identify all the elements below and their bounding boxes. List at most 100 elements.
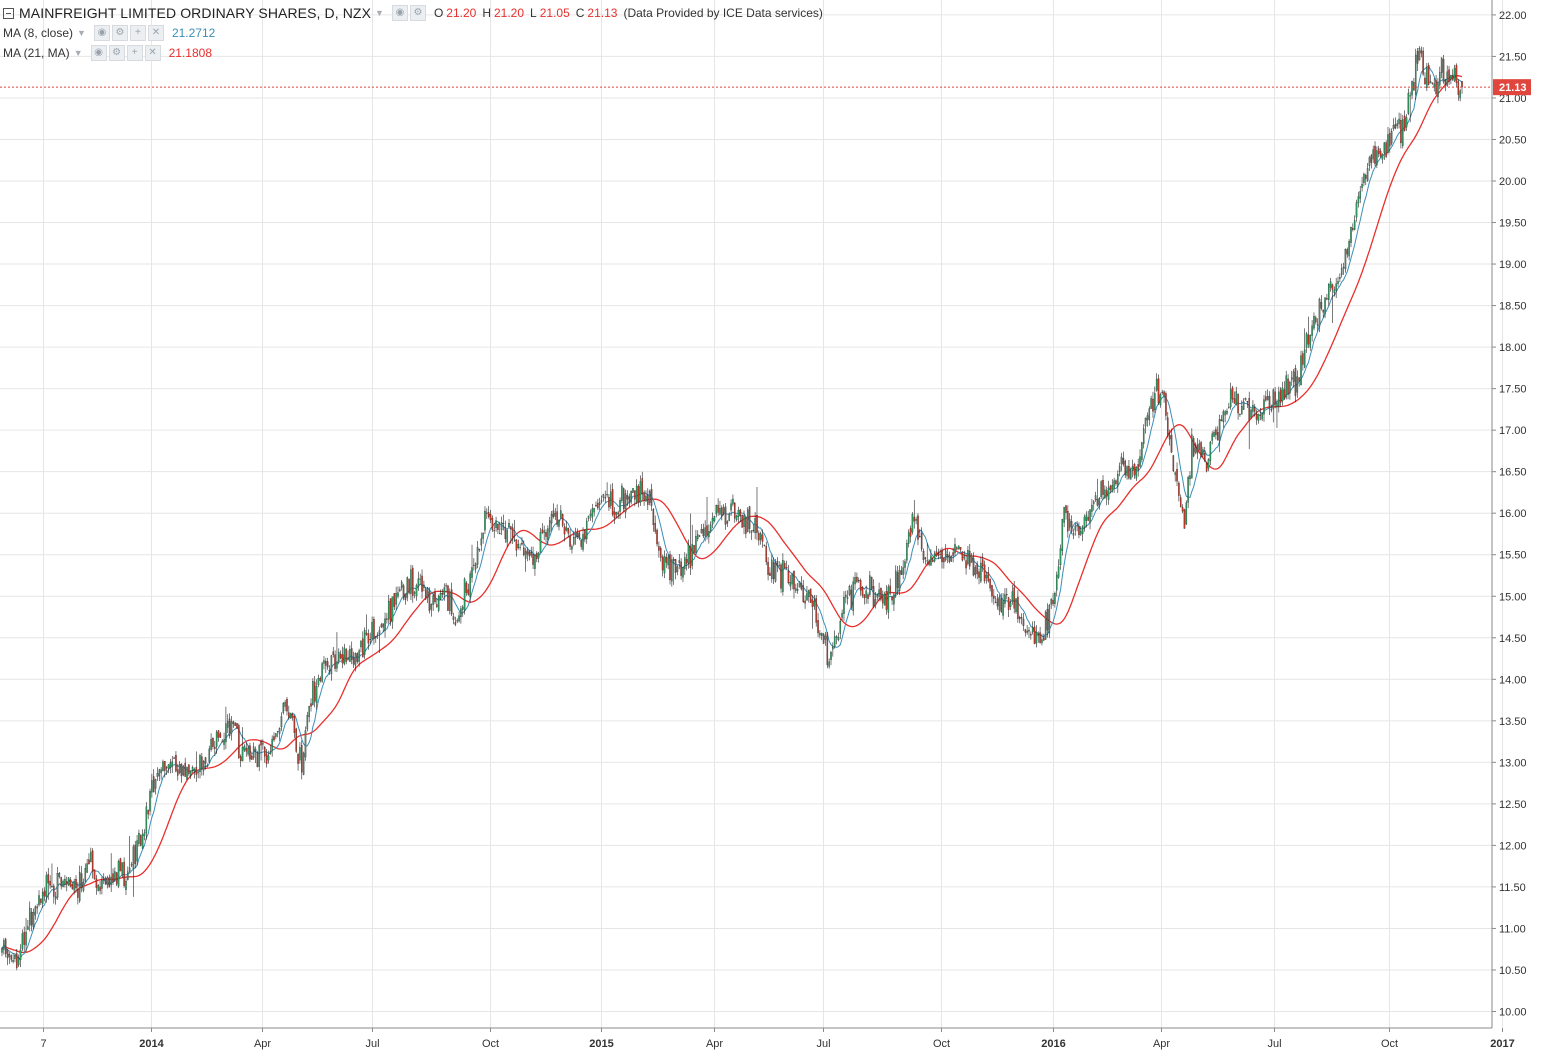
candle-up — [299, 747, 301, 761]
candle-up — [876, 594, 879, 598]
candle-down — [1389, 132, 1391, 147]
candle-down — [1168, 435, 1171, 440]
candle-down — [626, 495, 629, 500]
candle-down — [291, 713, 294, 718]
candle-down — [1248, 398, 1250, 421]
eye-icon[interactable]: ◉ — [391, 5, 408, 21]
close-label: C — [575, 6, 585, 20]
candle-up — [1311, 325, 1313, 336]
candle-down — [1200, 442, 1202, 458]
candle-down — [617, 512, 619, 515]
candle-down — [49, 880, 51, 886]
candle-up — [1226, 411, 1228, 414]
candle-up — [149, 791, 151, 812]
close-icon[interactable]: ✕ — [147, 25, 164, 41]
ma8-label[interactable]: MA (8, close) — [3, 23, 73, 43]
collapse-icon[interactable] — [3, 7, 14, 19]
close-icon[interactable]: ✕ — [144, 45, 161, 61]
candle-down — [634, 490, 636, 500]
candle-up — [282, 703, 285, 713]
price-tick-label: 12.00 — [1499, 840, 1527, 852]
candle-up — [894, 570, 897, 596]
candle-up — [1185, 502, 1188, 525]
candle-up — [312, 681, 314, 705]
candle-up — [1187, 477, 1189, 503]
candle-up — [933, 553, 936, 562]
candle-up — [154, 779, 157, 789]
candle-up — [898, 570, 901, 592]
price-tick-label: 11.00 — [1499, 923, 1526, 935]
chevron-down-icon[interactable]: ▼ — [77, 23, 86, 43]
ma21-label[interactable]: MA (21, MA) — [3, 43, 70, 63]
candle-up — [1418, 48, 1421, 61]
candle-up — [1059, 548, 1062, 566]
candle-down — [943, 558, 945, 563]
candle-up — [1359, 191, 1361, 199]
candle-up — [471, 567, 473, 578]
candle-up — [232, 721, 235, 725]
candle-up — [110, 876, 112, 886]
chevron-down-icon[interactable]: ▼ — [74, 43, 83, 63]
candle-up — [38, 895, 40, 905]
candle-up — [1337, 281, 1339, 284]
settings-icon[interactable]: ⚙ — [108, 45, 125, 61]
candle-down — [245, 748, 248, 752]
candle-down — [273, 736, 275, 741]
candle-up — [460, 608, 462, 618]
price-axis[interactable]: 22.0021.5021.0020.5020.0019.5019.0018.50… — [1491, 0, 1527, 1028]
symbol-title[interactable]: MAINFREIGHT LIMITED ORDINARY SHARES, D, … — [19, 3, 371, 23]
candle-up — [865, 590, 867, 598]
candle-up — [84, 868, 87, 882]
chevron-down-icon[interactable]: ▼ — [375, 3, 384, 23]
candle-up — [449, 591, 451, 611]
candle-down — [1065, 505, 1067, 513]
candle-down — [452, 616, 455, 620]
candle-up — [874, 599, 877, 606]
candle-up — [1300, 355, 1302, 386]
candle-up — [128, 867, 131, 872]
candle-up — [632, 488, 634, 493]
candle-down — [532, 553, 534, 565]
candle-up — [1222, 411, 1225, 423]
candle-up — [210, 739, 212, 750]
candle-down — [123, 861, 125, 887]
candle-up — [1068, 519, 1071, 528]
candle-up — [82, 882, 85, 891]
candle-up — [554, 513, 557, 517]
eye-icon[interactable]: ◉ — [90, 45, 107, 61]
candle-up — [687, 544, 690, 563]
candle-up — [410, 569, 412, 594]
settings-icon[interactable]: ⚙ — [409, 5, 426, 21]
plus-icon[interactable]: + — [126, 45, 143, 61]
candle-down — [367, 633, 370, 644]
candle-up — [517, 544, 520, 549]
candle-up — [663, 556, 666, 574]
candle-up — [330, 655, 333, 675]
candle-up — [676, 566, 679, 572]
candle-up — [719, 508, 721, 515]
candle-up — [1392, 124, 1395, 130]
candle-up — [795, 588, 797, 591]
candle-down — [195, 767, 198, 775]
open-label: O — [433, 6, 444, 20]
candle-down — [104, 877, 107, 885]
candle-up — [1285, 375, 1287, 398]
eye-icon[interactable]: ◉ — [93, 25, 110, 41]
candle-up — [1244, 398, 1247, 401]
candle-down — [175, 755, 177, 772]
candle-down — [643, 493, 645, 500]
plus-icon[interactable]: + — [129, 25, 146, 41]
candle-up — [713, 516, 716, 522]
candle-up — [1318, 298, 1321, 327]
candle-down — [536, 552, 538, 560]
settings-icon[interactable]: ⚙ — [111, 25, 128, 41]
candle-up — [73, 881, 75, 891]
candle-up — [1004, 594, 1006, 604]
time-axis[interactable]: 7 2014 Apr Jul Oct 2015 Apr Jul Oct 2016 Apr Jul Oct… — [0, 1027, 1515, 1050]
candle-down — [428, 591, 431, 611]
candle-up — [1035, 632, 1038, 644]
candle-up — [1453, 67, 1456, 81]
price-chart[interactable]: 22.0021.5021.0020.5020.0019.5019.0018.50… — [0, 0, 1542, 1051]
candle-up — [639, 481, 642, 503]
last-price-tag: 21.13 — [1493, 79, 1531, 96]
